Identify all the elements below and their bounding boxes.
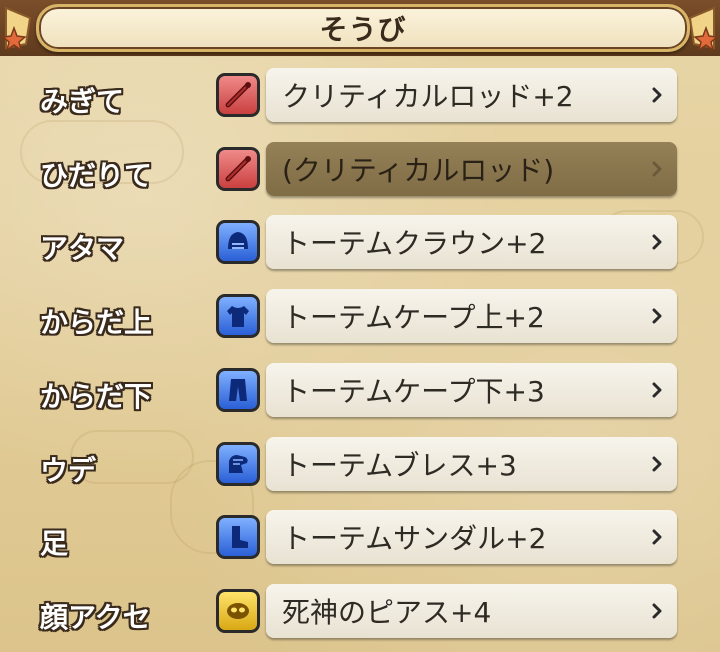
shirt-icon	[216, 294, 260, 338]
slot-label: アタマ	[40, 232, 125, 265]
chevron-right-icon	[645, 363, 669, 417]
slot-label: ひだりて	[40, 159, 153, 192]
equipment-item-button[interactable]: クリティカルロッド+2	[266, 68, 677, 122]
equipment-row: ウデ トーテムブレス+3	[0, 437, 720, 497]
slot-label: からだ下	[40, 380, 153, 413]
slot-label: ウデ	[40, 454, 97, 487]
equipment-item-button[interactable]: トーテムケープ下+3	[266, 363, 677, 417]
title-bar: そうび	[36, 4, 690, 52]
equipment-item-button[interactable]: トーテムブレス+3	[266, 437, 677, 491]
equipment-item-button[interactable]: トーテムクラウン+2	[266, 215, 677, 269]
equipment-row: からだ上 トーテムケープ上+2	[0, 289, 720, 349]
rod-icon	[216, 147, 260, 191]
starfish-ornament-icon	[688, 6, 719, 50]
rod-icon	[216, 73, 260, 117]
equipment-row: ひだりて (クリティカルロッド)	[0, 142, 720, 202]
equipment-item-name: トーテムケープ下+3	[282, 375, 545, 408]
page-title: そうび	[319, 13, 407, 46]
equipment-item-button[interactable]: 死神のピアス+4	[266, 584, 677, 638]
equipment-row: からだ下 トーテムケープ下+3	[0, 363, 720, 423]
chevron-right-icon	[645, 510, 669, 564]
mask-icon	[216, 589, 260, 633]
equipment-item-name: (クリティカルロッド)	[282, 154, 555, 187]
slot-label: 足	[40, 527, 69, 560]
chevron-right-icon	[645, 289, 669, 343]
equipment-item-name: トーテムクラウン+2	[282, 227, 547, 260]
chevron-right-icon	[645, 215, 669, 269]
equipment-item-name: クリティカルロッド+2	[282, 80, 574, 113]
equipment-item-name: トーテムブレス+3	[282, 449, 517, 482]
header-bar: そうび	[0, 0, 720, 56]
slot-label: 顔アクセ	[40, 601, 151, 634]
equipment-item-button[interactable]: トーテムサンダル+2	[266, 510, 677, 564]
chevron-right-icon	[645, 584, 669, 638]
slot-label: からだ上	[40, 306, 153, 339]
equipment-row: アタマ トーテムクラウン+2	[0, 215, 720, 275]
slot-label: みぎて	[40, 85, 125, 118]
chevron-right-icon	[645, 68, 669, 122]
gauntlet-icon	[216, 442, 260, 486]
helmet-icon	[216, 220, 260, 264]
equipment-item-name: トーテムケープ上+2	[282, 301, 545, 334]
equipment-row: 足 トーテムサンダル+2	[0, 510, 720, 570]
equipment-row: みぎて クリティカルロッド+2	[0, 68, 720, 128]
pants-icon	[216, 368, 260, 412]
equipment-row: 顔アクセ 死神のピアス+4	[0, 584, 720, 644]
chevron-right-icon	[645, 142, 669, 196]
chevron-right-icon	[645, 437, 669, 491]
boot-icon	[216, 515, 260, 559]
equipment-item-button: (クリティカルロッド)	[266, 142, 677, 196]
starfish-ornament-icon	[1, 6, 32, 50]
equipment-item-name: 死神のピアス+4	[282, 596, 492, 629]
equipment-item-button[interactable]: トーテムケープ上+2	[266, 289, 677, 343]
equipment-item-name: トーテムサンダル+2	[282, 522, 547, 555]
